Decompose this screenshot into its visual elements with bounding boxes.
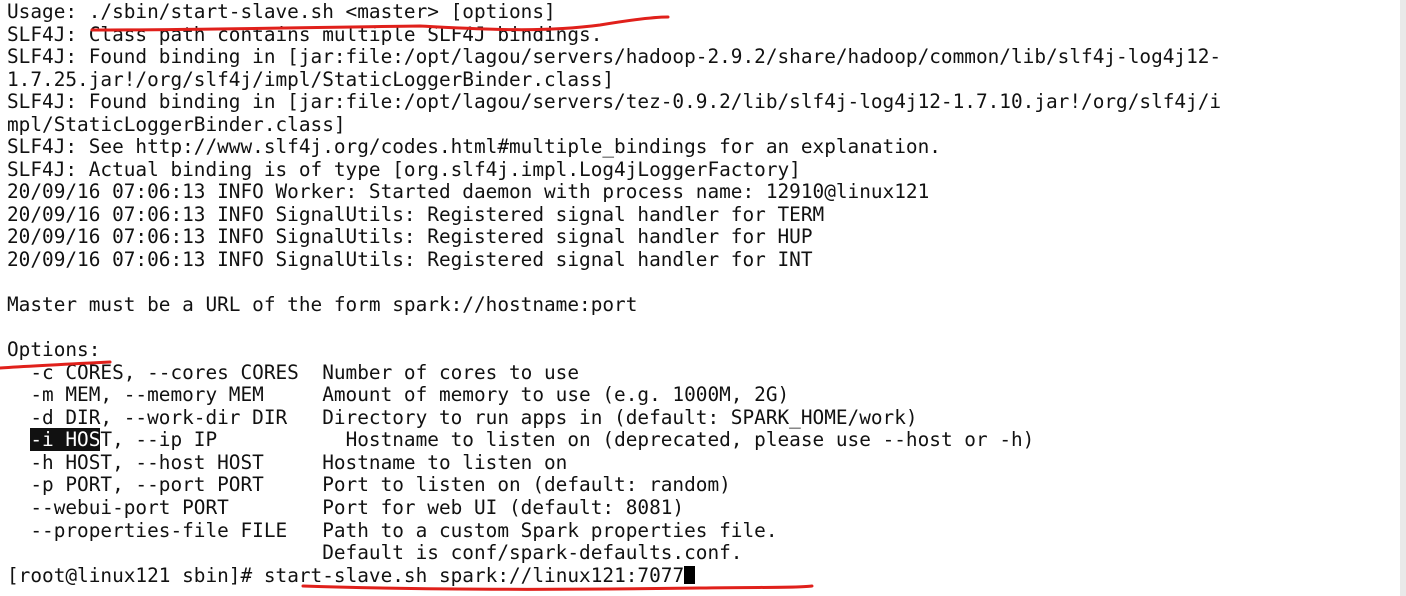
- options-heading: Options:: [7, 338, 101, 362]
- text-cursor: [684, 565, 696, 584]
- output-line: SLF4J: Found binding in [jar:file:/opt/l…: [7, 45, 1222, 69]
- output-line: mpl/StaticLoggerBinder.class]: [7, 112, 346, 136]
- option-line-work-dir: -d DIR, --work-dir DIR Directory to run …: [7, 405, 918, 429]
- output-line: SLF4J: Found binding in [jar:file:/opt/l…: [7, 90, 1222, 114]
- output-line: SLF4J: Class path contains multiple SLF4…: [7, 22, 603, 46]
- log-line: 20/09/16 07:06:13 INFO SignalUtils: Regi…: [7, 248, 813, 272]
- log-line: 20/09/16 07:06:13 INFO SignalUtils: Regi…: [7, 202, 825, 226]
- option-line-host: -h HOST, --host HOST Hostname to listen …: [7, 450, 568, 474]
- option-line-port: -p PORT, --port PORT Port to listen on (…: [7, 473, 731, 497]
- output-line: SLF4J: See http://www.slf4j.org/codes.ht…: [7, 135, 941, 159]
- shell-prompt: [root@linux121 sbin]#: [7, 563, 264, 587]
- option-ip-indent: [7, 428, 30, 451]
- usage-line: Usage: ./sbin/start-slave.sh <master> [o…: [7, 0, 556, 23]
- log-line: 20/09/16 07:06:13 INFO Worker: Started d…: [7, 180, 930, 204]
- output-line: SLF4J: Actual binding is of type [org.sl…: [7, 157, 801, 181]
- text-selection[interactable]: -i HOS: [30, 428, 101, 452]
- option-line-webui-port: --webui-port PORT Port for web UI (defau…: [7, 496, 685, 520]
- option-ip-rest: T, --ip IP Hostname to listen on (deprec…: [100, 428, 1035, 452]
- prompt-line[interactable]: [root@linux121 sbin]# start-slave.sh spa…: [7, 563, 1221, 588]
- option-line-ip[interactable]: -i HOST, --ip IP Hostname to listen on (…: [7, 428, 1221, 452]
- scrollbar[interactable]: [1400, 0, 1406, 596]
- output-line: 1.7.25.jar!/org/slf4j/impl/StaticLoggerB…: [7, 67, 615, 91]
- terminal-window[interactable]: Usage: ./sbin/start-slave.sh <master> [o…: [0, 0, 1406, 596]
- log-line: 20/09/16 07:06:13 INFO SignalUtils: Regi…: [7, 225, 813, 249]
- master-hint-line: Master must be a URL of the form spark:/…: [7, 293, 638, 317]
- option-line-memory: -m MEM, --memory MEM Amount of memory to…: [7, 383, 790, 407]
- option-line-properties-default: Default is conf/spark-defaults.conf.: [7, 541, 743, 565]
- terminal-output: Usage: ./sbin/start-slave.sh <master> [o…: [7, 0, 1222, 588]
- command-input[interactable]: start-slave.sh spark://linux121:7077: [264, 564, 684, 587]
- option-line-properties-file: --properties-file FILE Path to a custom …: [7, 518, 778, 542]
- option-line-cores: -c CORES, --cores CORES Number of cores …: [7, 360, 580, 384]
